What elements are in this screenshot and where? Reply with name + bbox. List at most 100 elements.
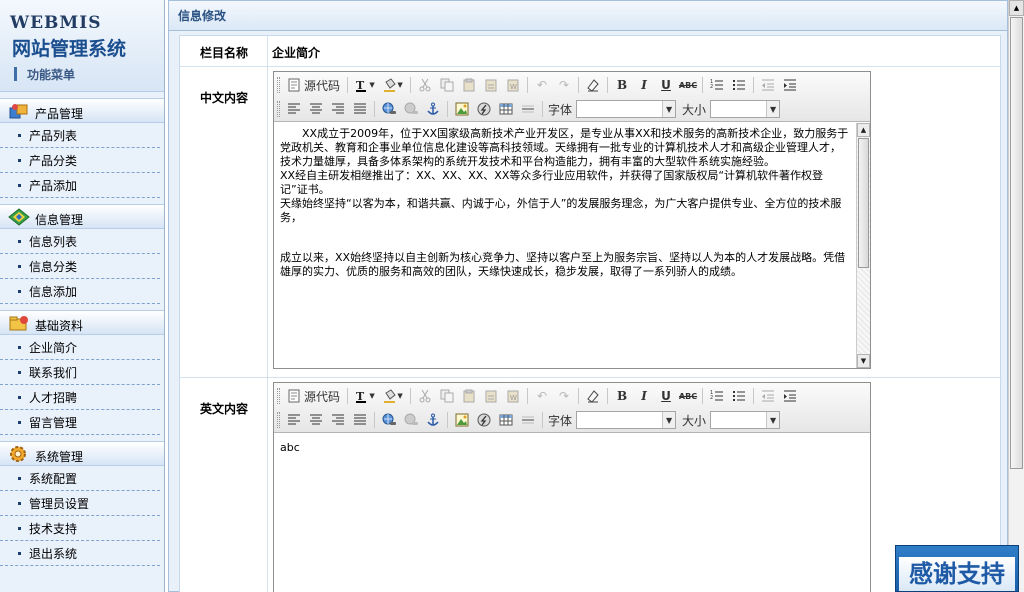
sidebar-item-info-list[interactable]: 信息列表: [0, 229, 160, 254]
nav-group-basic[interactable]: 基础资料: [0, 310, 164, 335]
outdent-button[interactable]: [757, 75, 779, 95]
align-right-button[interactable]: [327, 410, 349, 430]
nav-group-system[interactable]: 系统管理: [0, 441, 164, 466]
underline-button[interactable]: U: [655, 75, 677, 95]
sidebar-item-messages[interactable]: 留言管理: [0, 410, 160, 435]
outdent-button[interactable]: [757, 386, 779, 406]
cut-button[interactable]: [414, 75, 436, 95]
redo-button[interactable]: ↷: [553, 386, 575, 406]
paste-text-button[interactable]: [480, 75, 502, 95]
cn-content-scrollbar[interactable]: ▲ ▼: [856, 123, 870, 368]
clear-format-button[interactable]: [582, 75, 604, 95]
copy-button[interactable]: [436, 386, 458, 406]
size-label: 大小: [682, 413, 707, 428]
sidebar-item-logout[interactable]: 退出系统: [0, 541, 160, 566]
sidebar-item-info-category[interactable]: 信息分类: [0, 254, 160, 279]
paste-button[interactable]: [458, 75, 480, 95]
link-button[interactable]: [378, 410, 400, 430]
horizontal-rule-button[interactable]: [517, 99, 539, 119]
sidebar-item-product-add[interactable]: 产品添加: [0, 173, 160, 198]
bullet-list-button[interactable]: [728, 386, 750, 406]
unlink-button[interactable]: [400, 99, 422, 119]
page-scrollbar[interactable]: ▲: [1008, 0, 1024, 592]
image-button[interactable]: [451, 410, 473, 430]
en-content-area[interactable]: abc: [274, 434, 870, 592]
sidebar-item-system-config[interactable]: 系统配置: [0, 466, 160, 491]
nav-group-product[interactable]: 产品管理: [0, 98, 164, 123]
align-left-button[interactable]: [283, 410, 305, 430]
paste-button[interactable]: [458, 386, 480, 406]
scroll-thumb[interactable]: [1010, 17, 1023, 469]
italic-button[interactable]: I: [633, 386, 655, 406]
anchor-button[interactable]: [422, 410, 444, 430]
nav-group-info[interactable]: 信息管理: [0, 204, 164, 229]
source-code-button[interactable]: 源代码: [283, 75, 344, 95]
align-justify-button[interactable]: [349, 410, 371, 430]
italic-button[interactable]: I: [633, 75, 655, 95]
text-color-button[interactable]: T ▼: [351, 386, 379, 406]
sidebar-item-company-intro[interactable]: 企业简介: [0, 335, 160, 360]
copy-button[interactable]: [436, 75, 458, 95]
align-center-button[interactable]: [305, 410, 327, 430]
scroll-up-icon[interactable]: ▲: [857, 123, 870, 137]
table-button[interactable]: [495, 410, 517, 430]
table-button[interactable]: [495, 99, 517, 119]
strike-button[interactable]: ABC: [677, 75, 699, 95]
font-select[interactable]: ▼: [576, 100, 677, 118]
sidebar-item-contact-us[interactable]: 联系我们: [0, 360, 160, 385]
bullet-list-button[interactable]: [728, 75, 750, 95]
scroll-down-icon[interactable]: ▼: [857, 354, 870, 368]
unlink-button[interactable]: [400, 410, 422, 430]
sidebar-item-admin-settings[interactable]: 管理员设置: [0, 491, 160, 516]
paste-word-button[interactable]: W: [502, 75, 524, 95]
horizontal-rule-button[interactable]: [517, 410, 539, 430]
bold-button[interactable]: B: [611, 386, 633, 406]
sidebar-item-product-category[interactable]: 产品分类: [0, 148, 160, 173]
align-center-icon: [310, 103, 322, 114]
thanks-badge[interactable]: 感谢支持: [895, 545, 1019, 592]
bg-color-button[interactable]: ▼: [379, 386, 407, 406]
indent-button[interactable]: [779, 75, 801, 95]
redo-button[interactable]: ↷: [553, 75, 575, 95]
ordered-list-button[interactable]: 12: [706, 386, 728, 406]
source-code-button[interactable]: 源代码: [283, 386, 344, 406]
align-center-button[interactable]: [305, 99, 327, 119]
paste-text-icon: [485, 390, 497, 403]
image-button[interactable]: [451, 99, 473, 119]
text-color-button[interactable]: T ▼: [351, 75, 379, 95]
bold-button[interactable]: B: [611, 75, 633, 95]
align-left-button[interactable]: [283, 99, 305, 119]
indent-button[interactable]: [779, 386, 801, 406]
underline-button[interactable]: U: [655, 386, 677, 406]
align-justify-button[interactable]: [349, 99, 371, 119]
cut-button[interactable]: [414, 386, 436, 406]
sidebar-item-info-add[interactable]: 信息添加: [0, 279, 160, 304]
font-select[interactable]: ▼: [576, 411, 677, 429]
scroll-up-icon[interactable]: ▲: [1009, 0, 1024, 16]
sidebar-item-recruitment[interactable]: 人才招聘: [0, 385, 160, 410]
clear-format-button[interactable]: [582, 386, 604, 406]
paste-word-button[interactable]: W: [502, 386, 524, 406]
ordered-list-button[interactable]: 12: [706, 75, 728, 95]
size-select[interactable]: ▼: [710, 100, 781, 118]
bullet-icon: [18, 264, 21, 268]
copy-icon: [440, 78, 454, 92]
paste-text-button[interactable]: [480, 386, 502, 406]
toolbar-separator: [410, 77, 412, 93]
strike-button[interactable]: ABC: [677, 386, 699, 406]
sidebar-item-tech-support[interactable]: 技术支持: [0, 516, 160, 541]
source-doc-icon: [288, 78, 300, 92]
flash-button[interactable]: [473, 410, 495, 430]
scroll-thumb[interactable]: [858, 138, 869, 268]
sidebar-item-product-list[interactable]: 产品列表: [0, 123, 160, 148]
cn-content-area[interactable]: XX成立于2009年，位于XX国家级高新技术产业开发区，是专业从事XX和技术服务…: [274, 123, 856, 368]
size-select[interactable]: ▼: [710, 411, 781, 429]
flash-button[interactable]: [473, 99, 495, 119]
undo-button[interactable]: ↶: [531, 75, 553, 95]
undo-button[interactable]: ↶: [531, 386, 553, 406]
folder-icon: [9, 315, 28, 330]
link-button[interactable]: [378, 99, 400, 119]
align-right-button[interactable]: [327, 99, 349, 119]
bg-color-button[interactable]: ▼: [379, 75, 407, 95]
anchor-button[interactable]: [422, 99, 444, 119]
